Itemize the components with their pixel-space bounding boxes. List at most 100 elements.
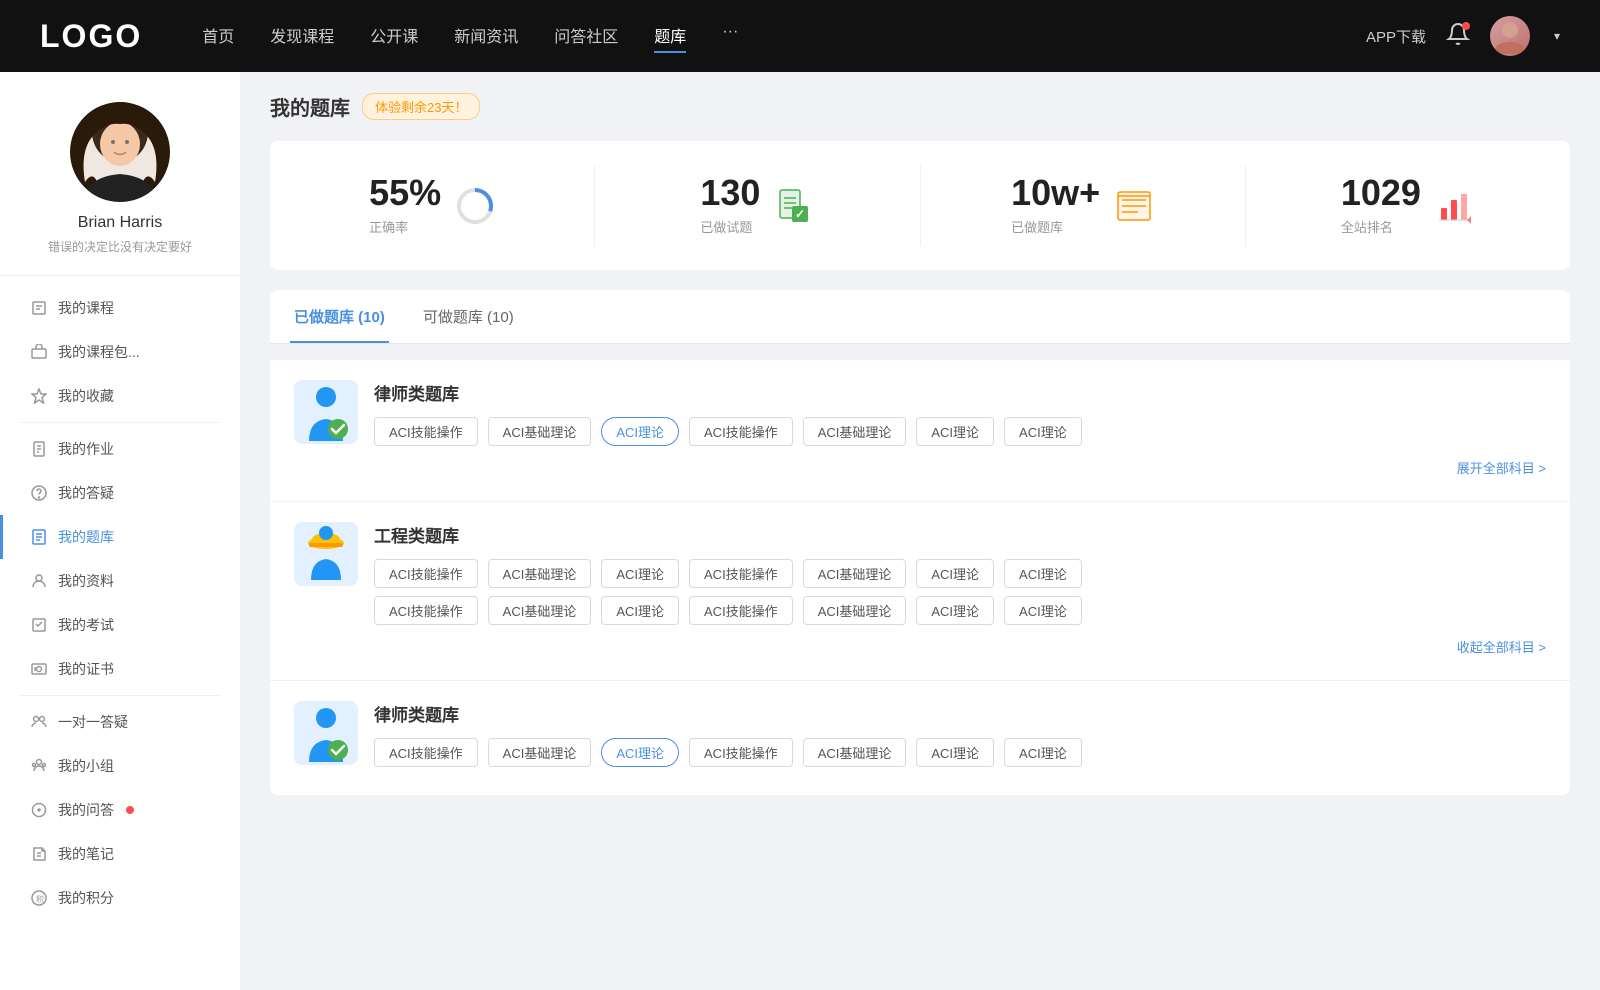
tabs-row: 已做题库 (10) 可做题库 (10) — [270, 290, 1570, 344]
sidebar-item-favorites[interactable]: 我的收藏 — [0, 374, 240, 418]
collapse-button[interactable]: 收起全部科目 > — [374, 633, 1546, 660]
sidebar-label: 我的考试 — [58, 615, 114, 635]
stat-done-qbank: 10w+ 已做题库 — [921, 165, 1246, 246]
tag[interactable]: ACI基础理论 — [803, 559, 907, 588]
tag[interactable]: ACI基础理论 — [803, 417, 907, 446]
stat-accuracy: 55% 正确率 — [270, 165, 595, 246]
tag[interactable]: ACI基础理论 — [488, 596, 592, 625]
sidebar-item-homework[interactable]: 我的作业 — [0, 427, 240, 471]
tag[interactable]: ACI理论 — [916, 417, 994, 446]
nav-item-more[interactable]: ··· — [722, 19, 738, 53]
tag[interactable]: ACI技能操作 — [374, 596, 478, 625]
tab-available-qbank[interactable]: 可做题库 (10) — [419, 290, 518, 343]
tag[interactable]: ACI理论 — [1004, 596, 1082, 625]
lawyer-icon — [294, 380, 358, 444]
sidebar-item-one-on-one[interactable]: 一对一答疑 — [0, 700, 240, 744]
tag[interactable]: ACI技能操作 — [689, 738, 793, 767]
logo[interactable]: LOGO — [40, 18, 142, 55]
stat-done-questions-label: 已做试题 — [700, 217, 760, 236]
stat-ranking-value: 1029 — [1341, 175, 1421, 211]
qbank-tags-row1: ACI技能操作 ACI基础理论 ACI理论 ACI技能操作 ACI基础理论 AC… — [374, 417, 1546, 446]
stat-accuracy-label: 正确率 — [369, 217, 441, 236]
tag[interactable]: ACI理论 — [1004, 559, 1082, 588]
tag[interactable]: ACI技能操作 — [689, 596, 793, 625]
navbar: LOGO 首页 发现课程 公开课 新闻资讯 问答社区 题库 ··· APP下载 … — [0, 0, 1600, 72]
sidebar-label: 我的收藏 — [58, 386, 114, 406]
sidebar-item-points[interactable]: 积 我的积分 — [0, 876, 240, 920]
tag[interactable]: ACI技能操作 — [689, 559, 793, 588]
notification-bell[interactable] — [1446, 22, 1470, 51]
sidebar-item-exam[interactable]: 我的考试 — [0, 603, 240, 647]
tag[interactable]: ACI基础理论 — [488, 738, 592, 767]
sidebar-item-certificate[interactable]: 我的证书 — [0, 647, 240, 691]
main-content: 我的题库 体验剩余23天！ 55% 正确率 — [240, 72, 1600, 990]
homework-icon — [30, 440, 48, 458]
sidebar-item-course-package[interactable]: 我的课程包... — [0, 330, 240, 374]
tag[interactable]: ACI基础理论 — [488, 417, 592, 446]
avatar-image — [1490, 16, 1530, 56]
tag[interactable]: ACI基础理论 — [488, 559, 592, 588]
nav-item-open-course[interactable]: 公开课 — [370, 19, 418, 53]
tag-active[interactable]: ACI理论 — [601, 417, 679, 446]
tag[interactable]: ACI基础理论 — [803, 738, 907, 767]
tag[interactable]: ACI技能操作 — [374, 738, 478, 767]
qbank-card-lawyer-2: 律师类题库 ACI技能操作 ACI基础理论 ACI理论 ACI技能操作 ACI基… — [270, 681, 1570, 795]
sidebar-divider — [20, 422, 220, 423]
tag[interactable]: ACI基础理论 — [803, 596, 907, 625]
sidebar-label: 我的小组 — [58, 756, 114, 776]
tag[interactable]: ACI理论 — [601, 596, 679, 625]
app-download-button[interactable]: APP下载 — [1366, 26, 1426, 47]
nav-item-home[interactable]: 首页 — [202, 19, 234, 53]
tag[interactable]: ACI理论 — [601, 559, 679, 588]
qbank-tags-eng-row2: ACI技能操作 ACI基础理论 ACI理论 ACI技能操作 ACI基础理论 AC… — [374, 596, 1546, 625]
engineer-icon — [294, 522, 358, 586]
nav-item-qbank[interactable]: 题库 — [654, 19, 686, 53]
tag[interactable]: ACI技能操作 — [374, 559, 478, 588]
sidebar-label: 我的笔记 — [58, 844, 114, 864]
sidebar-item-my-courses[interactable]: 我的课程 — [0, 286, 240, 330]
exam-icon — [30, 616, 48, 634]
nav-item-discover[interactable]: 发现课程 — [270, 19, 334, 53]
tag[interactable]: ACI理论 — [1004, 417, 1082, 446]
star-icon — [30, 387, 48, 405]
navbar-right: APP下载 ▾ — [1366, 16, 1560, 56]
stat-ranking: 1029 全站排名 — [1246, 165, 1570, 246]
tag[interactable]: ACI技能操作 — [374, 417, 478, 446]
stats-row: 55% 正确率 130 已做试题 — [270, 141, 1570, 270]
sidebar-label: 我的课程包... — [58, 342, 140, 362]
sidebar-item-group[interactable]: 我的小组 — [0, 744, 240, 788]
tag[interactable]: ACI理论 — [1004, 738, 1082, 767]
sidebar-item-answers[interactable]: 我的问答 — [0, 788, 240, 832]
expand-button-1[interactable]: 展开全部科目 > — [374, 454, 1546, 481]
answer-icon — [30, 801, 48, 819]
avatar[interactable] — [1490, 16, 1530, 56]
sidebar-menu: 我的课程 我的课程包... 我的收藏 — [0, 276, 240, 930]
tag-active[interactable]: ACI理论 — [601, 738, 679, 767]
svg-text:积: 积 — [36, 894, 44, 904]
tag[interactable]: ACI理论 — [916, 596, 994, 625]
stat-done-questions-value: 130 — [700, 175, 760, 211]
qbank-card-engineer: 工程类题库 ACI技能操作 ACI基础理论 ACI理论 ACI技能操作 ACI基… — [270, 502, 1570, 681]
tab-done-qbank[interactable]: 已做题库 (10) — [290, 290, 389, 343]
nav-item-news[interactable]: 新闻资讯 — [454, 19, 518, 53]
cert-icon — [30, 660, 48, 678]
stat-ranking-label: 全站排名 — [1341, 217, 1421, 236]
svg-text:✓: ✓ — [795, 207, 805, 221]
list-icon — [1114, 186, 1154, 226]
sidebar-item-my-qa[interactable]: 我的答疑 — [0, 471, 240, 515]
course-icon — [30, 299, 48, 317]
tag[interactable]: ACI理论 — [916, 559, 994, 588]
nav-item-qa[interactable]: 问答社区 — [554, 19, 618, 53]
sidebar-item-profile-data[interactable]: 我的资料 — [0, 559, 240, 603]
qbank-tags-lawyer2-row1: ACI技能操作 ACI基础理论 ACI理论 ACI技能操作 ACI基础理论 AC… — [374, 738, 1546, 767]
profile-name: Brian Harris — [78, 214, 162, 232]
group-icon — [30, 757, 48, 775]
tag[interactable]: ACI技能操作 — [689, 417, 793, 446]
tag[interactable]: ACI理论 — [916, 738, 994, 767]
page-title: 我的题库 — [270, 92, 350, 121]
sidebar-item-notes[interactable]: 我的笔记 — [0, 832, 240, 876]
qbank-card-title: 律师类题库 — [374, 380, 1546, 405]
sidebar-label: 我的课程 — [58, 298, 114, 318]
avatar-chevron-icon[interactable]: ▾ — [1554, 29, 1560, 43]
sidebar-item-qbank[interactable]: 我的题库 — [0, 515, 240, 559]
